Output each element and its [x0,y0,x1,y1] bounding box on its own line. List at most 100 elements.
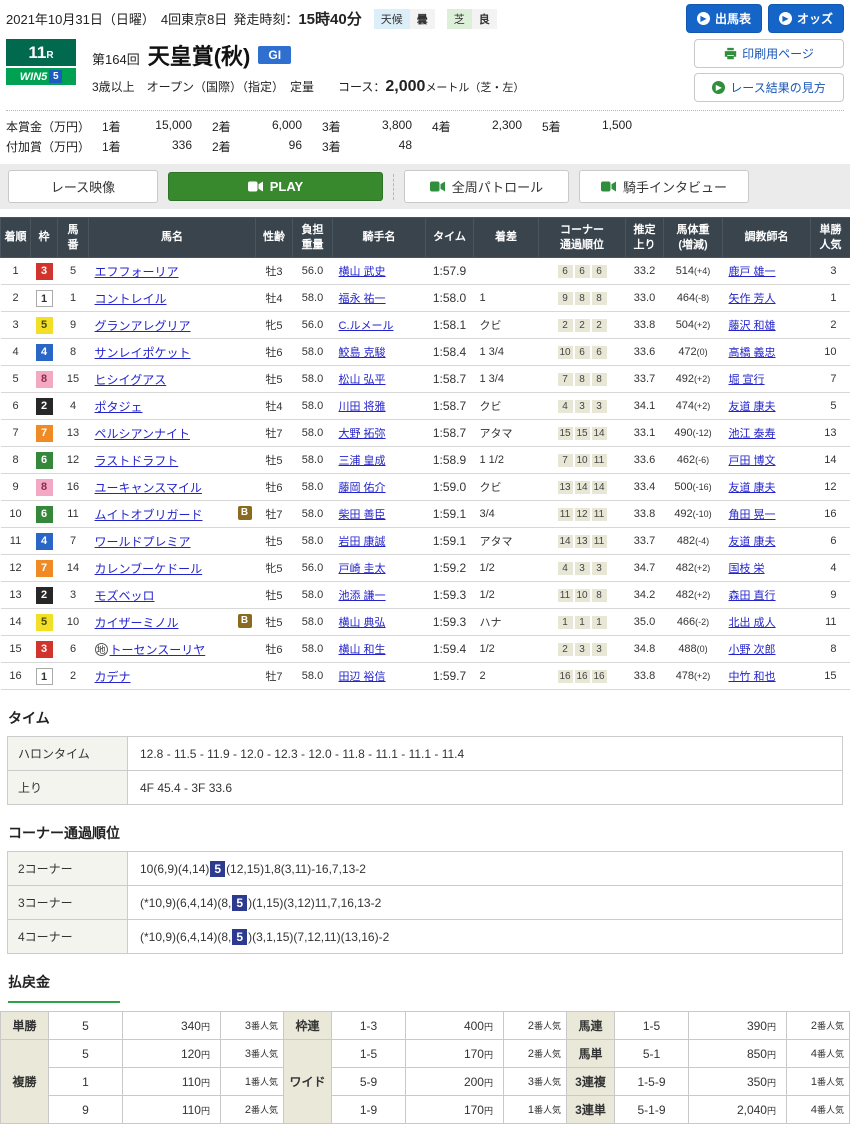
trainer-link[interactable]: 矢作 芳人 [729,293,776,305]
finish-position: 3 [1,312,31,339]
jockey-link[interactable]: C.ルメール [339,320,394,332]
jockey-link[interactable]: 戸崎 圭太 [339,563,386,575]
horse-name-cell: モズベッロ [89,582,256,609]
horse-name-link[interactable]: ムイトオブリガード [95,508,203,522]
finish-time: 1:59.3 [426,609,474,636]
result-row: 1536地トーセンスーリヤ牡658.0横山 和生1:59.41/223334.8… [1,636,850,663]
result-guide-button[interactable]: ▶ レース結果の見方 [694,73,844,102]
bracket-badge: 1 [36,290,53,307]
jockey-link[interactable]: 横山 武史 [339,266,386,278]
entry-table-button[interactable]: ▶ 出馬表 [686,4,762,33]
horse-name-link[interactable]: カデナ [95,670,131,684]
trainer-link[interactable]: 鹿戸 雄一 [729,266,776,278]
horse-name-link[interactable]: カイザーミノル [95,616,179,630]
trainer-link[interactable]: 友道 康夫 [729,482,776,494]
horse-name-link[interactable]: トーセンスーリヤ [110,643,206,657]
payout-bet-type: 3連複 [567,1068,615,1096]
horse-name-link[interactable]: ラストドラフト [95,454,179,468]
trainer-link[interactable]: 角田 晃一 [729,509,776,521]
trainer-link[interactable]: 堀 宣行 [729,374,765,386]
horse-name-link[interactable]: ポタジェ [95,400,143,414]
finish-position: 16 [1,663,31,690]
jockey-link[interactable]: 藤岡 佑介 [339,482,386,494]
payout-bet-type: 複勝 [1,1040,49,1124]
finish-position: 1 [1,258,31,285]
payout-amount: 110円 [123,1068,221,1096]
jockey-link[interactable]: 田辺 裕信 [339,671,386,683]
jockey-link[interactable]: 大野 拓弥 [339,428,386,440]
payout-amount: 850円 [689,1040,787,1068]
trainer-link[interactable]: 戸田 博文 [729,455,776,467]
jockey-link[interactable]: 池添 謙一 [339,590,386,602]
horse-name-link[interactable]: カレンブーケドール [95,562,203,576]
circle-arrow-icon: ▶ [712,81,725,94]
race-video-button[interactable]: レース映像 [8,170,158,203]
jockey-link[interactable]: 鮫島 克駿 [339,347,386,359]
jockey-cell: C.ルメール [333,312,426,339]
corner-number: 6 [575,265,590,278]
turf-label: 芝 [447,9,472,29]
horse-number: 7 [58,528,89,555]
win-popularity: 4 [811,555,850,582]
horse-name-link[interactable]: サンレイポケット [95,346,191,360]
time-row-label: ハロンタイム [8,737,128,771]
trainer-link[interactable]: 友道 康夫 [729,401,776,413]
main-prize-amount: 3,800 [356,118,412,135]
bracket-cell: 3 [31,636,58,663]
corner-number: 8 [592,292,607,305]
payout-combination: 5-1 [615,1040,689,1068]
odds-label: オッズ [797,10,833,27]
print-page-button[interactable]: 印刷用ページ [694,39,844,68]
trainer-link[interactable]: 藤沢 和雄 [729,320,776,332]
horse-name-link[interactable]: モズベッロ [95,589,155,603]
result-row: 14510カイザーミノルB牡558.0横山 典弘1:59.3ハナ11135.04… [1,609,850,636]
horse-name-cell: サンレイポケット [89,339,256,366]
jockey-cell: 岩田 康誠 [333,528,426,555]
trainer-link[interactable]: 国枝 栄 [729,563,765,575]
horse-name-link[interactable]: コントレイル [95,292,167,306]
finish-time: 1:58.4 [426,339,474,366]
result-guide-label: レース結果の見方 [730,79,825,96]
trainer-link[interactable]: 高橋 義忠 [729,347,776,359]
corner-number: 11 [592,454,607,467]
bracket-cell: 6 [31,501,58,528]
payout-popularity: 2番人気 [504,1040,567,1068]
jockey-interview-button[interactable]: 騎手インタビュー [579,170,749,203]
trainer-link[interactable]: 森田 直行 [729,590,776,602]
additional-prize-rank: 1着 [102,138,136,155]
play-button[interactable]: PLAY [168,172,383,201]
local-horse-mark: 地 [95,643,108,656]
horse-name-link[interactable]: ペルシアンナイト [95,427,191,441]
jockey-link[interactable]: 三浦 皇成 [339,455,386,467]
trainer-link[interactable]: 友道 康夫 [729,536,776,548]
body-weight: 482(+2) [664,555,723,582]
main-prize-amount: 15,000 [136,118,192,135]
jockey-link[interactable]: 横山 和生 [339,644,386,656]
jockey-link[interactable]: 福永 祐一 [339,293,386,305]
trainer-link[interactable]: 小野 次郎 [729,644,776,656]
corner-number: 8 [592,589,607,602]
trainer-link[interactable]: 北出 成人 [729,617,776,629]
jockey-link[interactable]: 川田 将雅 [339,401,386,413]
trainer-link[interactable]: 池江 泰寿 [729,428,776,440]
horse-name-link[interactable]: ヒシイグアス [95,373,167,387]
corner-number: 7 [558,454,573,467]
odds-button[interactable]: ▶ オッズ [768,4,844,33]
jockey-link[interactable]: 岩田 康誠 [339,536,386,548]
horse-name-link[interactable]: エフフォーリア [95,265,179,279]
time-row-value: 12.8 - 11.5 - 11.9 - 12.0 - 12.3 - 12.0 … [128,737,843,771]
jockey-link[interactable]: 横山 典弘 [339,617,386,629]
impost-weight: 58.0 [293,636,333,663]
body-weight-diff: (+2) [694,590,710,600]
patrol-video-button[interactable]: 全周パトロール [404,170,569,203]
bracket-cell: 7 [31,555,58,582]
horse-name-link[interactable]: ユーキャンスマイル [95,481,202,495]
jockey-link[interactable]: 柴田 善臣 [339,509,386,521]
horse-name-link[interactable]: ワールドプレミア [95,535,191,549]
column-header: 負担 重量 [293,218,333,258]
corner-row-value: (*10,9)(6,4,14)(8,5)(3,1,15)(7,12,11)(13… [128,920,843,954]
corner-number: 3 [575,562,590,575]
jockey-link[interactable]: 松山 弘平 [339,374,386,386]
horse-name-link[interactable]: グランアレグリア [95,319,191,333]
trainer-link[interactable]: 中竹 和也 [729,671,776,683]
